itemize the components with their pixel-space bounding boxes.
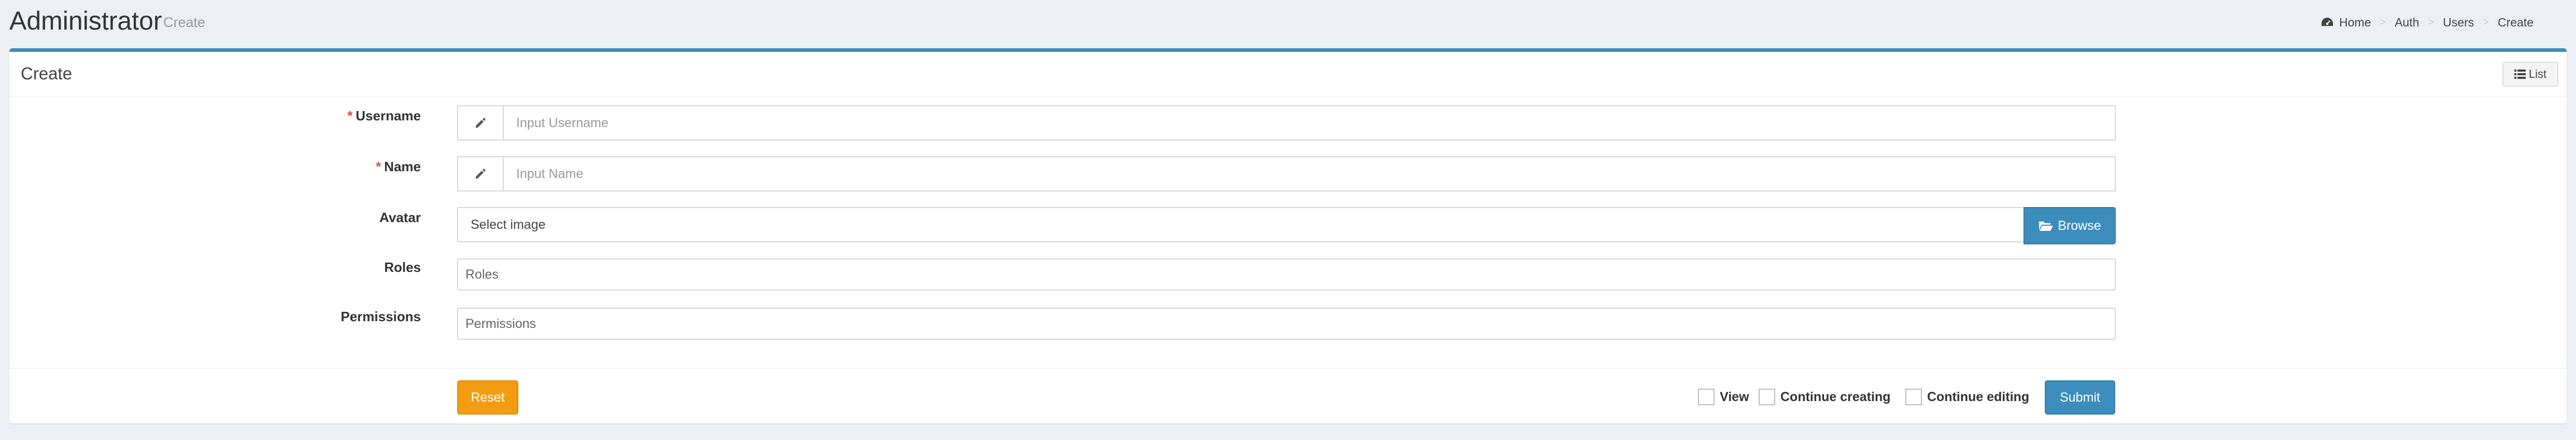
name-input[interactable]	[504, 157, 2115, 190]
username-addon	[458, 106, 504, 140]
box-header: Create List	[9, 52, 2567, 97]
roles-label: Roles	[384, 259, 421, 275]
roles-select[interactable]: Roles	[457, 258, 2116, 291]
continue-editing-checkbox[interactable]	[1905, 389, 1922, 405]
list-icon	[2514, 70, 2526, 79]
breadcrumb-separator: >	[2380, 16, 2386, 28]
continue-creating-label: Continue creating	[1780, 389, 1891, 404]
avatar-file-caption[interactable]: Select image	[458, 208, 2023, 241]
submit-button[interactable]: Submit	[2045, 380, 2115, 415]
view-checkbox-group[interactable]: View	[1698, 389, 1749, 405]
list-button[interactable]: List	[2502, 62, 2558, 87]
name-addon	[458, 157, 504, 190]
breadcrumb-separator: >	[2483, 16, 2489, 28]
required-mark: *	[376, 159, 381, 174]
username-input[interactable]	[504, 106, 2115, 140]
breadcrumb-separator: >	[2428, 16, 2435, 28]
continue-creating-checkbox[interactable]	[1759, 389, 1775, 405]
permissions-label: Permissions	[341, 309, 421, 324]
view-checkbox[interactable]	[1698, 389, 1715, 405]
breadcrumb-home[interactable]: Home	[2320, 16, 2371, 30]
username-field-group	[457, 105, 2116, 141]
create-form-box: Create List *Username *Name	[9, 48, 2567, 423]
continue-creating-checkbox-group[interactable]: Continue creating	[1759, 389, 1891, 405]
required-mark: *	[347, 108, 353, 123]
continue-editing-label: Continue editing	[1927, 389, 2030, 404]
list-button-label: List	[2528, 67, 2547, 80]
continue-editing-checkbox-group[interactable]: Continue editing	[1905, 389, 2029, 405]
breadcrumb-create: Create	[2497, 15, 2533, 29]
dashboard-icon	[2322, 18, 2333, 26]
avatar-label: Avatar	[379, 210, 421, 225]
view-checkbox-label: View	[1720, 389, 1749, 404]
permissions-select[interactable]: Permissions	[457, 308, 2116, 340]
breadcrumb-users[interactable]: Users	[2443, 16, 2474, 30]
username-label: * Username	[347, 108, 421, 123]
browse-button-label: Browse	[2058, 218, 2101, 233]
name-field-group	[457, 156, 2116, 191]
box-footer: Reset View Continue creating Continue ed…	[9, 368, 2567, 423]
content-header: Administrator Create Home > Auth > Users…	[0, 0, 2576, 48]
reset-button[interactable]: Reset	[457, 380, 518, 415]
breadcrumb: Home > Auth > Users > Create	[2320, 15, 2533, 30]
pencil-icon	[476, 118, 486, 128]
folder-open-icon	[2039, 222, 2054, 231]
pencil-icon	[476, 169, 486, 178]
breadcrumb-home-label: Home	[2339, 15, 2371, 29]
page-subtitle: Create	[163, 15, 206, 30]
page-title: Administrator	[9, 6, 162, 35]
box-title: Create	[21, 64, 73, 83]
breadcrumb-auth[interactable]: Auth	[2395, 16, 2419, 30]
name-label: * Name	[376, 159, 421, 174]
avatar-field-group: Select image Browse	[457, 207, 2116, 244]
browse-button[interactable]: Browse	[2023, 207, 2116, 244]
